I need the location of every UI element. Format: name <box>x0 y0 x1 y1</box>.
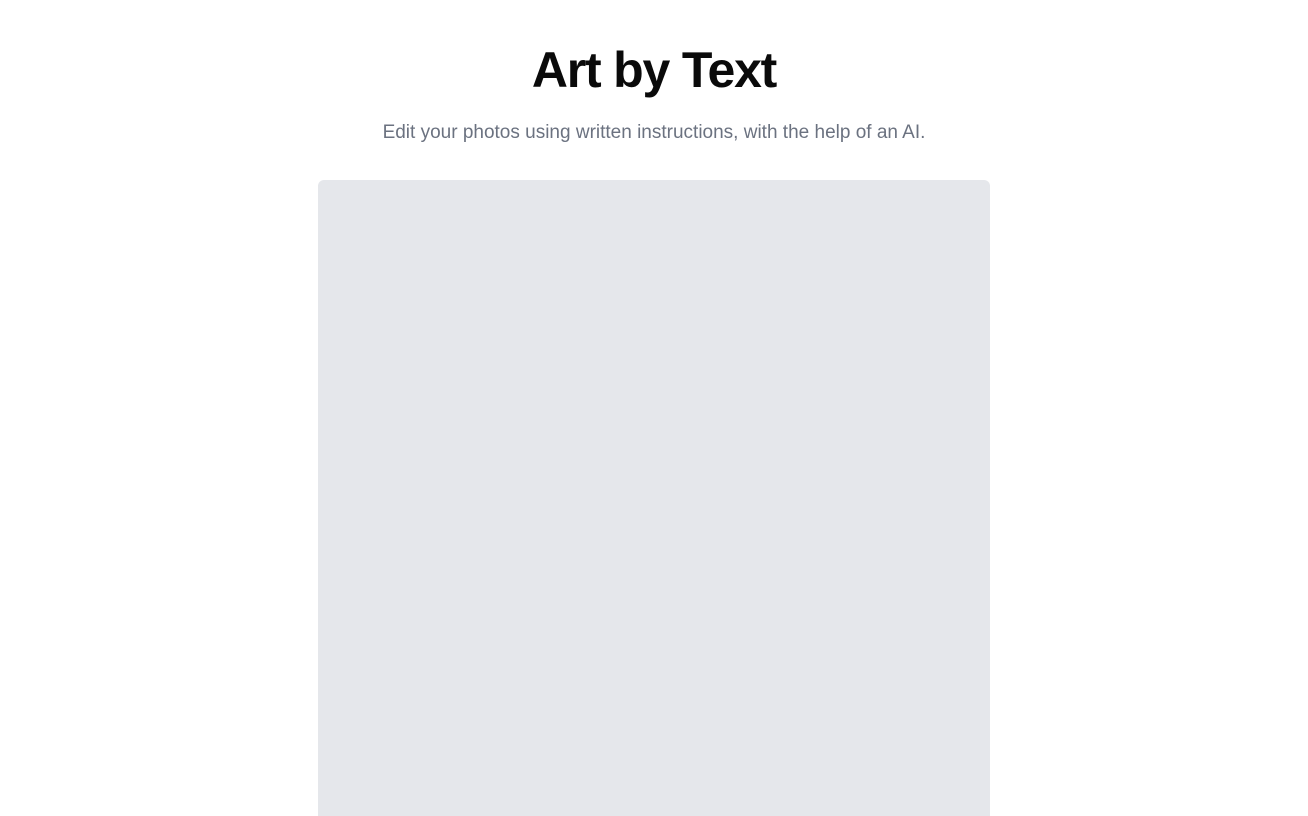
page-subtitle: Edit your photos using written instructi… <box>382 122 926 143</box>
page-title: Art by Text <box>531 42 777 98</box>
image-placeholder[interactable] <box>318 180 990 816</box>
